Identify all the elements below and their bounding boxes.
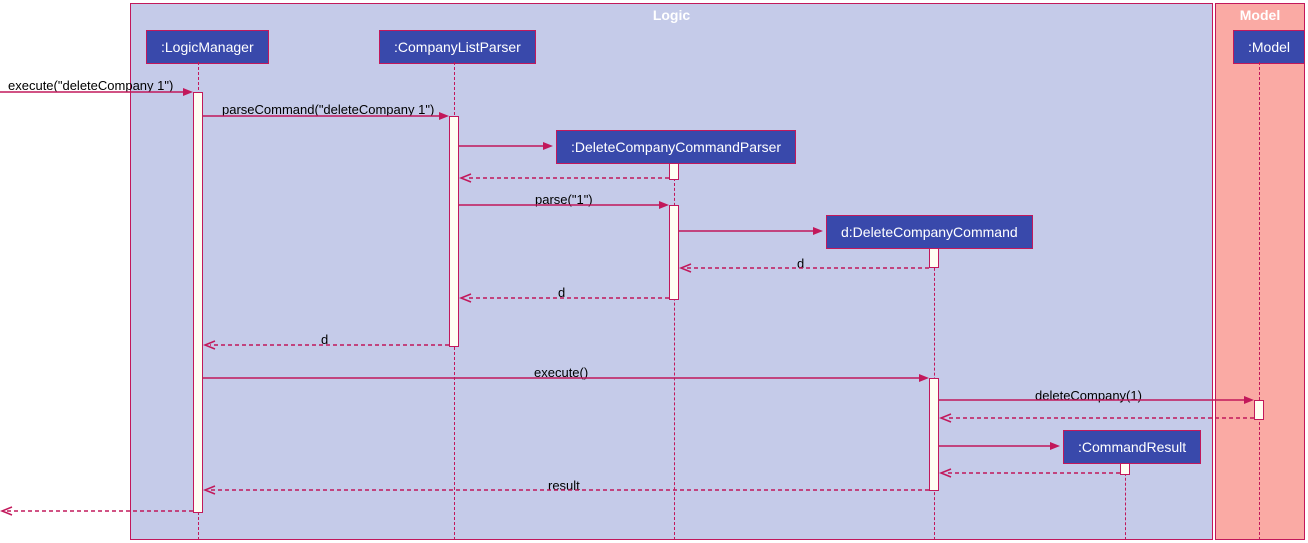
msg-d3: d [321,332,328,347]
msg-execute: execute() [534,365,588,380]
msg-parse-command: parseCommand("deleteCompany 1") [222,102,434,117]
msg-d1: d [797,256,804,271]
lifeline-model [1259,62,1260,540]
msg-parse: parse("1") [535,192,593,207]
participant-delete-company-command-parser: :DeleteCompanyCommandParser [556,130,796,164]
activation-delete-command-b [929,378,939,491]
msg-delete-company: deleteCompany(1) [1035,388,1142,403]
activation-delete-parser-b [669,205,679,300]
model-container: Model [1215,3,1305,540]
participant-delete-company-command: d:DeleteCompanyCommand [826,215,1033,249]
participant-company-list-parser: :CompanyListParser [379,30,536,64]
participant-model: :Model [1233,30,1305,64]
activation-delete-command-a [929,248,939,268]
activation-model [1254,400,1264,420]
activation-delete-parser-a [669,163,679,180]
logic-title: Logic [653,7,690,23]
msg-result: result [548,478,580,493]
msg-d2: d [558,285,565,300]
activation-command-result [1120,463,1130,475]
participant-logic-manager: :LogicManager [146,30,269,64]
activation-logic-manager [193,92,203,513]
activation-company-list-parser [449,116,459,347]
model-title: Model [1240,7,1280,23]
participant-command-result: :CommandResult [1063,430,1201,464]
msg-execute-in: execute("deleteCompany 1") [8,78,173,93]
